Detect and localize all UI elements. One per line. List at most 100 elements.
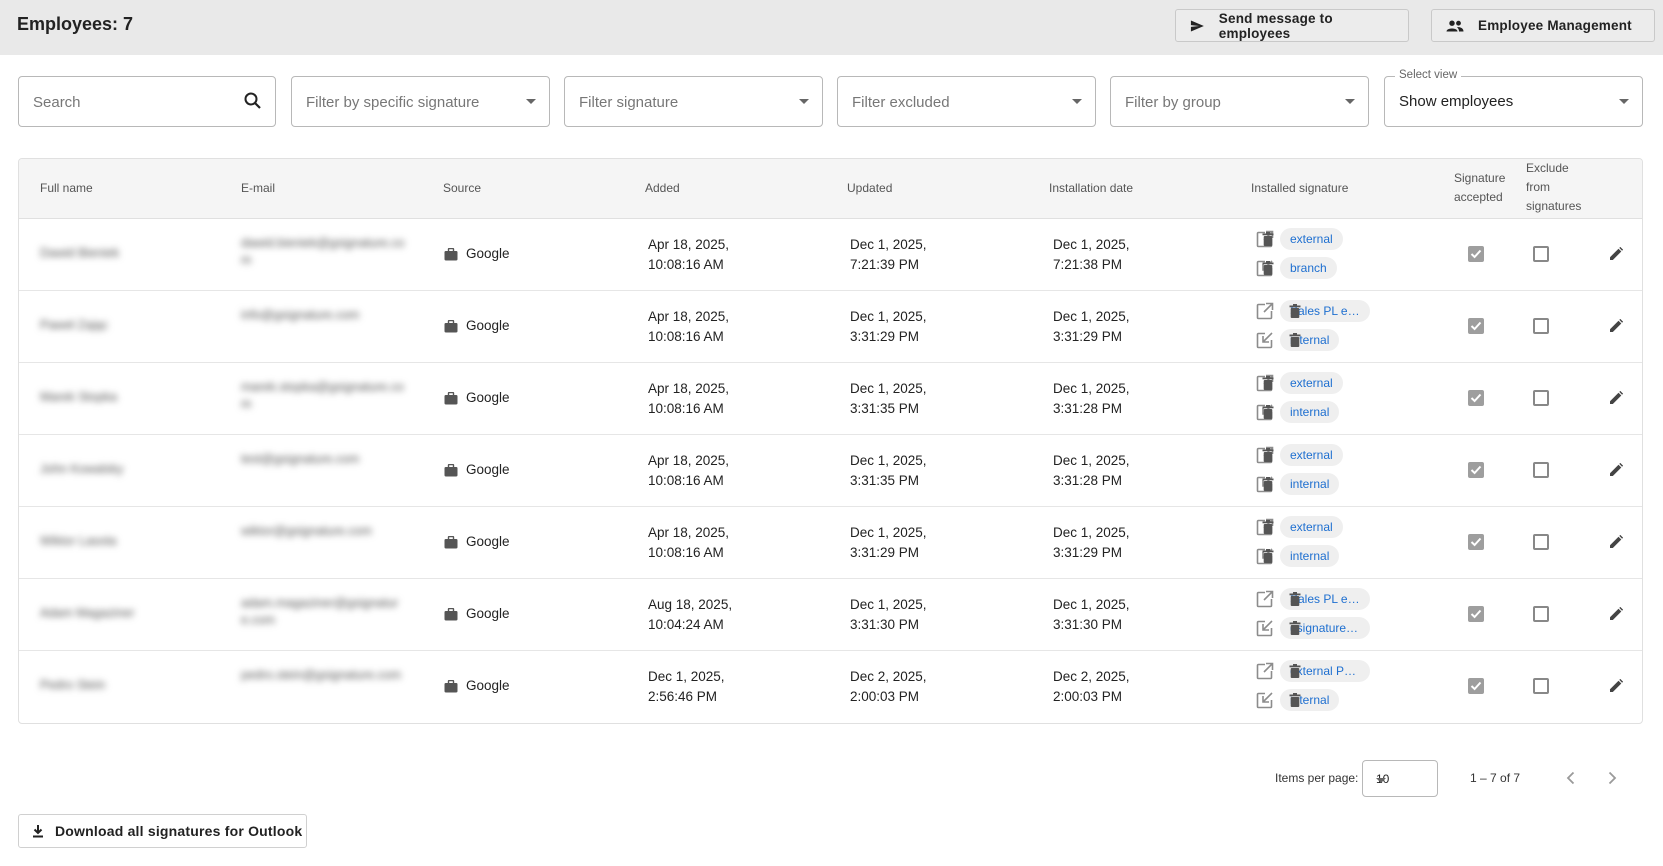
exclude-from-signatures-checkbox[interactable] xyxy=(1533,246,1549,262)
filter-signature-select[interactable]: Filter signature xyxy=(564,76,823,127)
table-row[interactable]: John Kowalsky test@gsignature.com Google… xyxy=(19,435,1642,507)
edit-employee-button[interactable] xyxy=(1609,462,1624,482)
edit-icon[interactable] xyxy=(1609,606,1624,621)
delete-external-signature[interactable] xyxy=(1262,520,1274,539)
chevron-right-icon[interactable] xyxy=(1605,770,1619,786)
col-signature-accepted[interactable]: Signature accepted xyxy=(1454,169,1505,207)
delete-external-signature[interactable] xyxy=(1262,448,1274,467)
search-icon[interactable] xyxy=(243,91,263,111)
delete-internal-signature[interactable] xyxy=(1289,621,1301,640)
delete-internal-signature[interactable] xyxy=(1262,549,1274,568)
items-per-page-select[interactable]: 10 xyxy=(1362,760,1438,797)
signature-accepted-checkbox[interactable] xyxy=(1468,246,1484,262)
open-in-new-icon[interactable] xyxy=(1256,590,1274,608)
trash-icon[interactable] xyxy=(1262,549,1274,563)
open-in-new-icon[interactable] xyxy=(1256,662,1274,680)
table-row[interactable]: Adam Magaziner adam.magaziner@gsignatur … xyxy=(19,579,1642,651)
install-icon[interactable] xyxy=(1256,331,1274,349)
edit-icon[interactable] xyxy=(1609,462,1624,477)
delete-external-signature[interactable] xyxy=(1289,664,1301,683)
trash-icon[interactable] xyxy=(1262,261,1274,275)
trash-icon[interactable] xyxy=(1262,477,1274,491)
table-row[interactable]: Wiktor Lasota wiktor@gsignature.com Goog… xyxy=(19,507,1642,579)
signature-accepted-checkbox[interactable] xyxy=(1468,390,1484,406)
edit-employee-button[interactable] xyxy=(1609,390,1624,410)
delete-external-signature[interactable] xyxy=(1289,304,1301,323)
signature-chip[interactable]: internal xyxy=(1280,473,1340,495)
col-exclude-from-signatures[interactable]: Exclude from signatures xyxy=(1526,159,1581,216)
trash-icon[interactable] xyxy=(1262,232,1274,246)
col-email[interactable]: E-mail xyxy=(241,179,275,198)
exclude-from-signatures-checkbox[interactable] xyxy=(1533,534,1549,550)
exclude-from-signatures-checkbox[interactable] xyxy=(1533,606,1549,622)
exclude-from-signatures-checkbox[interactable] xyxy=(1533,462,1549,478)
delete-internal-signature[interactable] xyxy=(1289,693,1301,712)
signature-accepted-checkbox[interactable] xyxy=(1468,318,1484,334)
delete-external-signature[interactable] xyxy=(1262,376,1274,395)
signature-chip[interactable]: external xyxy=(1280,516,1343,538)
delete-internal-signature[interactable] xyxy=(1262,477,1274,496)
edit-employee-button[interactable] xyxy=(1609,534,1624,554)
employee-management-button[interactable]: Employee Management xyxy=(1431,9,1655,42)
search-input[interactable]: Search xyxy=(18,76,276,127)
updated-time: 3:31:35 PM xyxy=(850,401,920,416)
edit-employee-button[interactable] xyxy=(1609,678,1624,698)
edit-employee-button[interactable] xyxy=(1609,606,1624,626)
exclude-from-signatures-checkbox[interactable] xyxy=(1533,318,1549,334)
delete-external-signature[interactable] xyxy=(1262,232,1274,251)
signature-accepted-checkbox[interactable] xyxy=(1468,462,1484,478)
trash-icon[interactable] xyxy=(1289,693,1301,707)
edit-icon[interactable] xyxy=(1609,534,1624,549)
delete-internal-signature[interactable] xyxy=(1262,261,1274,280)
signature-chip[interactable]: internal xyxy=(1280,545,1340,567)
edit-icon[interactable] xyxy=(1609,246,1624,261)
signature-accepted-checkbox[interactable] xyxy=(1468,678,1484,694)
delete-internal-signature[interactable] xyxy=(1289,333,1301,352)
delete-internal-signature[interactable] xyxy=(1262,405,1274,424)
exclude-from-signatures-checkbox[interactable] xyxy=(1533,678,1549,694)
edit-icon[interactable] xyxy=(1609,318,1624,333)
trash-icon[interactable] xyxy=(1289,664,1301,678)
table-row[interactable]: Paweł Zając info@gsignature.com Google A… xyxy=(19,291,1642,363)
edit-icon[interactable] xyxy=(1609,678,1624,693)
open-in-new-icon[interactable] xyxy=(1256,302,1274,320)
signature-chip[interactable]: external xyxy=(1280,372,1343,394)
trash-icon[interactable] xyxy=(1262,405,1274,419)
signature-chip[interactable]: external xyxy=(1280,444,1343,466)
trash-icon[interactable] xyxy=(1289,333,1301,347)
install-icon[interactable] xyxy=(1256,691,1274,709)
trash-icon[interactable] xyxy=(1262,376,1274,390)
signature-chip[interactable]: internal xyxy=(1280,401,1340,423)
signature-chip[interactable]: branch xyxy=(1280,257,1337,279)
table-row[interactable]: Dawid Bieniek dawid.bieniek@gsignature.c… xyxy=(19,219,1642,291)
signature-accepted-checkbox[interactable] xyxy=(1468,606,1484,622)
col-added[interactable]: Added xyxy=(645,179,680,198)
edit-employee-button[interactable] xyxy=(1609,246,1624,266)
signature-chip[interactable]: external xyxy=(1280,228,1343,250)
trash-icon[interactable] xyxy=(1289,592,1301,606)
col-source[interactable]: Source xyxy=(443,179,481,198)
col-installed-signature[interactable]: Installed signature xyxy=(1251,179,1348,198)
trash-icon[interactable] xyxy=(1262,448,1274,462)
send-message-button[interactable]: Send message to employees xyxy=(1175,9,1409,42)
download-outlook-signatures-button[interactable]: Download all signatures for Outlook xyxy=(18,814,307,848)
select-view-select[interactable]: Select view Show employees xyxy=(1384,69,1643,127)
trash-icon[interactable] xyxy=(1289,304,1301,318)
exclude-from-signatures-checkbox[interactable] xyxy=(1533,390,1549,406)
col-installation-date[interactable]: Installation date xyxy=(1049,179,1133,198)
filter-group-select[interactable]: Filter by group xyxy=(1110,76,1369,127)
col-full-name[interactable]: Full name xyxy=(40,179,93,198)
trash-icon[interactable] xyxy=(1289,621,1301,635)
filter-excluded-select[interactable]: Filter excluded xyxy=(837,76,1096,127)
edit-employee-button[interactable] xyxy=(1609,318,1624,338)
table-row[interactable]: Marek Stopka marek.stopka@gsignature.co … xyxy=(19,363,1642,435)
install-icon[interactable] xyxy=(1256,619,1274,637)
delete-external-signature[interactable] xyxy=(1289,592,1301,611)
col-updated[interactable]: Updated xyxy=(847,179,892,198)
signature-accepted-checkbox[interactable] xyxy=(1468,534,1484,550)
trash-icon[interactable] xyxy=(1262,520,1274,534)
chevron-left-icon[interactable] xyxy=(1564,770,1578,786)
edit-icon[interactable] xyxy=(1609,390,1624,405)
table-row[interactable]: Pedro Stein pedro.stein@gsignature.com G… xyxy=(19,651,1642,723)
filter-specific-signature-select[interactable]: Filter by specific signature xyxy=(291,76,550,127)
